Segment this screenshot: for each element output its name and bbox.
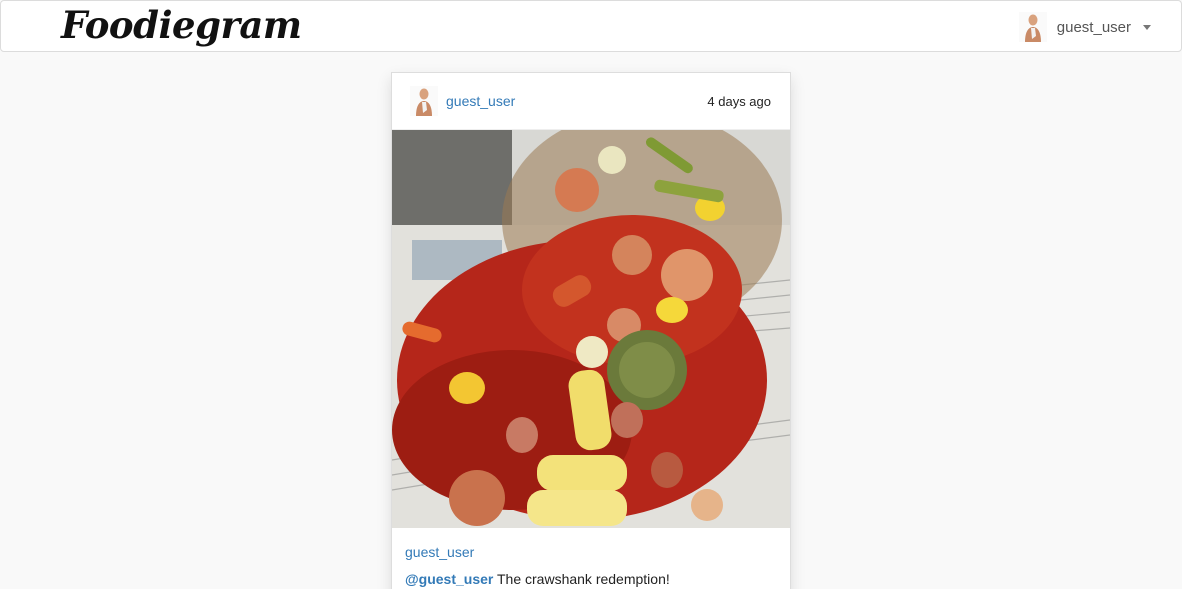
avatar-icon[interactable] [410,86,438,116]
user-menu-name: guest_user [1056,18,1131,36]
post-photo[interactable] [392,130,790,528]
caption-user-link[interactable]: guest_user [405,544,775,560]
avatar-icon [1018,12,1047,42]
post-card: guest_user 4 days ago guest_user @guest_… [391,72,791,589]
post-author-link[interactable]: guest_user [446,93,515,109]
post-timestamp: 4 days ago [707,93,771,109]
caret-down-icon [1143,24,1151,30]
caption-text: The crawshank redemption! [493,571,670,587]
top-navbar: Foodiegram guest_user [0,0,1182,52]
user-menu-dropdown[interactable]: guest_user [1018,11,1151,43]
post-caption: @guest_user The crawshank redemption! [405,571,775,587]
post-caption-area: guest_user @guest_user The crawshank red… [405,544,775,587]
brand-logo[interactable]: Foodiegram [61,3,302,47]
post-header: guest_user 4 days ago [392,73,790,130]
caption-mention-link[interactable]: @guest_user [405,571,493,587]
